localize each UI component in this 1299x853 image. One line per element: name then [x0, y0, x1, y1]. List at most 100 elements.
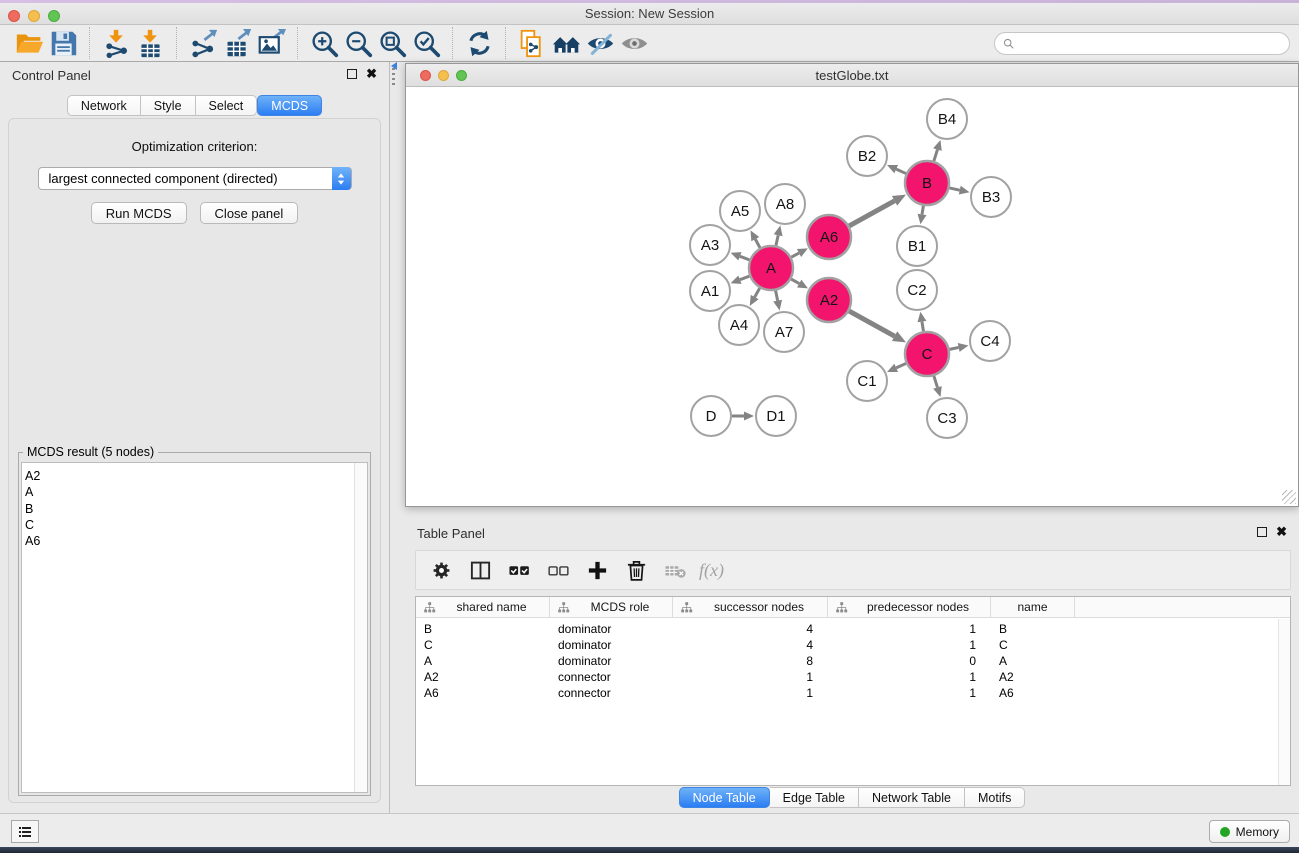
run-mcds-button[interactable]: Run MCDS: [91, 202, 187, 224]
graph-edge-A-A6[interactable]: [791, 248, 808, 257]
scrollbar-track[interactable]: [354, 463, 367, 792]
criterion-dropdown[interactable]: largest connected component (directed): [38, 167, 352, 190]
import-network-button[interactable]: [99, 27, 133, 59]
add-column-button[interactable]: [584, 557, 610, 583]
graph-node-B2[interactable]: B2: [847, 136, 887, 176]
graph-node-D[interactable]: D: [691, 396, 731, 436]
graph-node-A2[interactable]: A2: [807, 278, 851, 322]
graph-node-A4[interactable]: A4: [719, 305, 759, 345]
table-row[interactable]: A2connector11A2: [416, 669, 1290, 685]
close-panel-button[interactable]: Close panel: [200, 202, 299, 224]
tab-network[interactable]: Network: [67, 95, 141, 116]
mcds-result-item[interactable]: C: [25, 517, 367, 533]
graph-edge-A6-B[interactable]: [849, 195, 906, 226]
tab-edge-table[interactable]: Edge Table: [770, 787, 859, 808]
tab-style[interactable]: Style: [141, 95, 196, 116]
tab-motifs[interactable]: Motifs: [965, 787, 1025, 808]
network-canvas[interactable]: B4B2BB3A8A5A6A3B1AA1C2A2A4A7C4CC1DD1C3: [406, 87, 1298, 506]
mcds-result-item[interactable]: B: [25, 501, 367, 517]
graph-edge-A-A8[interactable]: [774, 225, 783, 245]
graph-node-A7[interactable]: A7: [764, 312, 804, 352]
mcds-result-item[interactable]: A6: [25, 533, 367, 549]
settings-gear-button[interactable]: [428, 557, 454, 583]
graph-node-A1[interactable]: A1: [690, 271, 730, 311]
search-field[interactable]: [994, 32, 1290, 55]
graph-node-A8[interactable]: A8: [765, 184, 805, 224]
graph-edge-B-B3[interactable]: [949, 186, 969, 195]
panel-divider-handle[interactable]: [392, 68, 395, 86]
zoom-out-button[interactable]: [341, 27, 375, 59]
close-icon[interactable]: ✖: [366, 69, 377, 79]
refresh-layout-button[interactable]: [462, 27, 496, 59]
select-all-columns-button[interactable]: [506, 557, 532, 583]
import-table-button[interactable]: [133, 27, 167, 59]
graph-node-B1[interactable]: B1: [897, 226, 937, 266]
scrollbar-track[interactable]: [1278, 619, 1290, 785]
network-window-titlebar[interactable]: testGlobe.txt: [406, 64, 1298, 87]
mcds-result-list[interactable]: A2ABCA6: [21, 462, 368, 793]
zoom-in-button[interactable]: [307, 27, 341, 59]
export-table-button[interactable]: [220, 27, 254, 59]
open-session-button[interactable]: [12, 27, 46, 59]
zoom-selected-button[interactable]: [409, 27, 443, 59]
show-all-button[interactable]: [617, 27, 651, 59]
graph-edge-B-B4[interactable]: [933, 140, 942, 161]
graph-edge-A2-C[interactable]: [849, 311, 906, 342]
tab-select[interactable]: Select: [196, 95, 258, 116]
mcds-result-item[interactable]: A2: [25, 468, 367, 484]
delete-columns-button[interactable]: [623, 557, 649, 583]
search-input[interactable]: [1015, 34, 1289, 53]
tab-network-table[interactable]: Network Table: [859, 787, 965, 808]
first-neighbors-button[interactable]: [549, 27, 583, 59]
task-history-button[interactable]: [11, 820, 39, 843]
graph-node-A5[interactable]: A5: [720, 191, 760, 231]
float-icon[interactable]: [1257, 527, 1267, 537]
column-header-mcds-role[interactable]: MCDS role: [550, 597, 673, 617]
column-header-shared-name[interactable]: shared name: [416, 597, 550, 617]
graph-node-C1[interactable]: C1: [847, 361, 887, 401]
graph-edge-D-D1[interactable]: [732, 412, 754, 421]
graph-node-A[interactable]: A: [749, 246, 793, 290]
graph-edge-A-A4[interactable]: [750, 288, 760, 306]
tab-node-table[interactable]: Node Table: [679, 787, 770, 808]
table-row[interactable]: Adominator80A: [416, 653, 1290, 669]
graph-edge-B-B1[interactable]: [918, 206, 927, 225]
graph-edge-A-A5[interactable]: [751, 230, 761, 247]
graph-edge-A-A2[interactable]: [791, 279, 808, 288]
graph-node-B4[interactable]: B4: [927, 99, 967, 139]
graph-edge-C-C2[interactable]: [917, 312, 926, 332]
graph-node-B[interactable]: B: [905, 161, 949, 205]
memory-button[interactable]: Memory: [1209, 820, 1290, 843]
graph-edge-C-C3[interactable]: [933, 376, 942, 397]
graph-edge-A-A7[interactable]: [773, 291, 782, 311]
graph-node-C4[interactable]: C4: [970, 321, 1010, 361]
close-icon[interactable]: ✖: [1276, 527, 1287, 537]
unselect-all-columns-button[interactable]: [545, 557, 571, 583]
hide-selected-button[interactable]: [583, 27, 617, 59]
column-header-name[interactable]: name: [991, 597, 1075, 617]
zoom-fit-button[interactable]: [375, 27, 409, 59]
graph-node-A3[interactable]: A3: [690, 225, 730, 265]
column-header-successor-nodes[interactable]: successor nodes: [673, 597, 828, 617]
tab-mcds[interactable]: MCDS: [257, 95, 322, 116]
table-row[interactable]: Bdominator41B: [416, 621, 1290, 637]
network-graph[interactable]: B4B2BB3A8A5A6A3B1AA1C2A2A4A7C4CC1DD1C3: [406, 87, 1298, 506]
graph-edge-C-C4[interactable]: [950, 343, 969, 352]
table-row[interactable]: A6connector11A6: [416, 685, 1290, 701]
float-icon[interactable]: [347, 69, 357, 79]
graph-node-C2[interactable]: C2: [897, 270, 937, 310]
graph-edge-C-C1[interactable]: [887, 363, 906, 372]
save-session-button[interactable]: [46, 27, 80, 59]
graph-node-D1[interactable]: D1: [756, 396, 796, 436]
export-network-button[interactable]: [186, 27, 220, 59]
graph-edge-A-A3[interactable]: [731, 252, 750, 260]
table-row[interactable]: Cdominator41C: [416, 637, 1290, 653]
resize-grip[interactable]: [1282, 490, 1296, 504]
graph-edge-A-A1[interactable]: [731, 275, 750, 283]
graph-node-C[interactable]: C: [905, 332, 949, 376]
graph-node-C3[interactable]: C3: [927, 398, 967, 438]
split-columns-button[interactable]: [467, 557, 493, 583]
export-image-button[interactable]: [254, 27, 288, 59]
graph-node-B3[interactable]: B3: [971, 177, 1011, 217]
graph-edge-B-B2[interactable]: [887, 165, 906, 174]
